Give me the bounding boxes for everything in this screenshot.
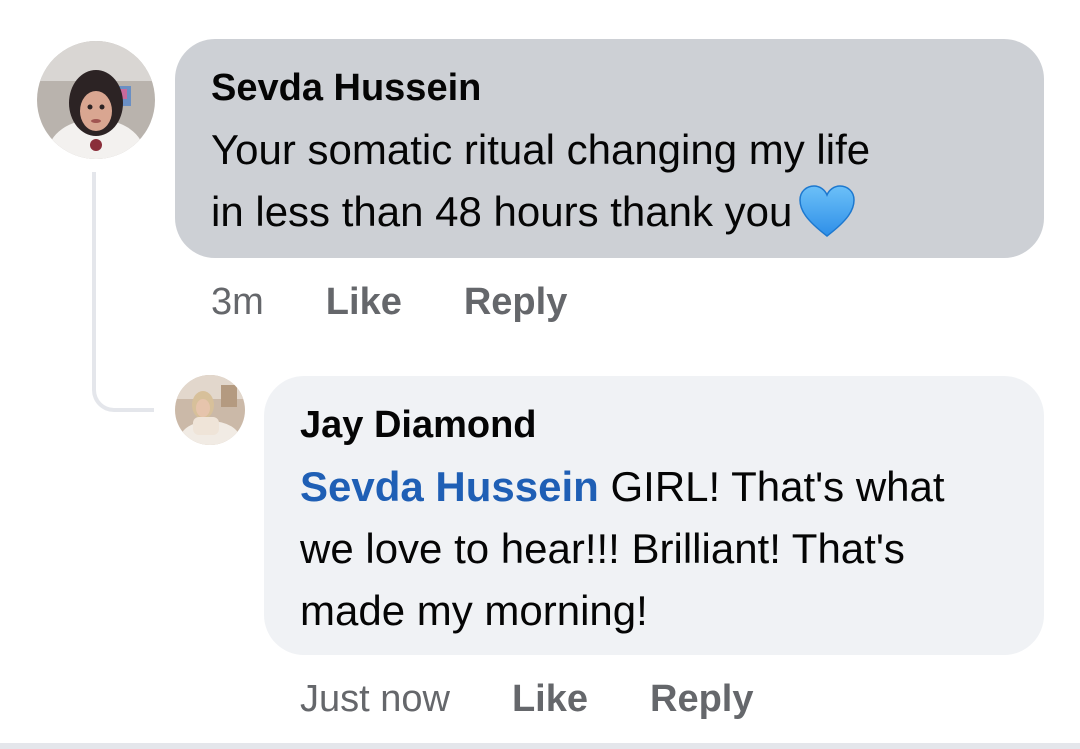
reply-like-button[interactable]: Like (512, 678, 588, 721)
reply-text: Sevda Hussein GIRL! That's what we love … (300, 456, 1008, 642)
commenter-avatar[interactable] (37, 41, 155, 159)
comment-bubble: Sevda Hussein Your somatic ritual changi… (175, 39, 1044, 258)
reply-actions: Just now Like Reply (300, 675, 816, 723)
comment-text-line-1: Your somatic ritual changing my life (211, 126, 871, 173)
reply-bubble: Jay Diamond Sevda Hussein GIRL! That's w… (264, 376, 1044, 655)
blue-heart-icon (798, 184, 856, 238)
thread-connector-line (92, 172, 154, 412)
bottom-divider (0, 743, 1080, 749)
replier-avatar[interactable] (175, 375, 245, 445)
comment-text: Your somatic ritual changing my life in … (211, 119, 1008, 243)
reply-mention-link[interactable]: Sevda Hussein (300, 463, 599, 510)
comment-reply-button[interactable]: Reply (464, 281, 567, 324)
commenter-avatar-image (37, 41, 155, 159)
replier-avatar-image (175, 375, 245, 445)
comment-text-line-2: in less than 48 hours thank you (211, 188, 793, 235)
comment-author-name[interactable]: Sevda Hussein (211, 65, 1008, 111)
comment-timestamp: 3m (211, 280, 264, 323)
comment-actions: 3m Like Reply (211, 278, 629, 326)
reply-author-name[interactable]: Jay Diamond (300, 402, 1008, 448)
reply-timestamp: Just now (300, 677, 450, 720)
comment-like-button[interactable]: Like (326, 281, 402, 324)
reply-reply-button[interactable]: Reply (650, 678, 753, 721)
